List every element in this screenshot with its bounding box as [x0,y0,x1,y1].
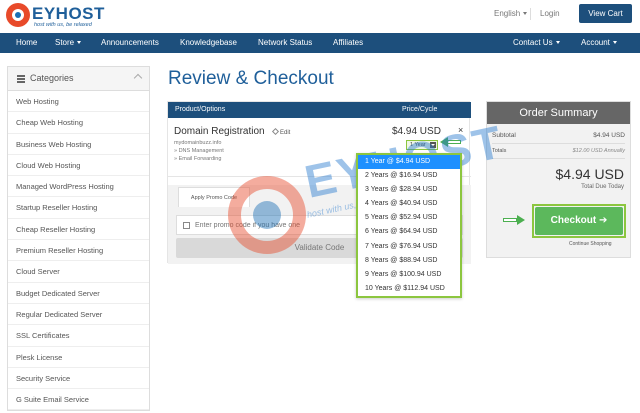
sidebar-item-plesk-license[interactable]: Plesk License [8,347,149,368]
logo-tagline: host with us, be relaxed [34,22,92,28]
nav-home[interactable]: Home [16,33,37,53]
nav-announcements-label: Announcements [101,38,159,47]
edit-link[interactable]: Edit [271,127,291,136]
product-name: Domain Registration [174,126,265,137]
view-cart-button[interactable]: View Cart [579,4,632,23]
cycle-option[interactable]: 3 Years @ $28.94 USD [358,183,460,197]
chevron-down-icon [612,41,617,45]
logo-text: EYHOST [32,4,105,23]
nav-affiliates[interactable]: Affiliates [333,33,363,53]
cycle-option[interactable]: 1 Year @ $4.94 USD [358,155,460,170]
nav-network-status[interactable]: Network Status [258,33,312,53]
cycle-option[interactable]: 9 Years @ $100.94 USD [358,268,460,282]
sidebar-item-g-suite-email-service[interactable]: G Suite Email Service [8,389,149,411]
sidebar-item-regular-dedicated-server[interactable]: Regular Dedicated Server [8,304,149,326]
subtotal-row: Subtotal $4.94 USD [492,132,625,139]
tag-icon [183,222,190,229]
billing-cycle-select[interactable]: 1 Year [406,140,438,150]
sidebar-item-security-service[interactable]: Security Service [8,368,149,390]
nav-contact-us-label: Contact Us [513,38,553,47]
cycle-option[interactable]: 7 Years @ $76.94 USD [358,240,460,254]
logo-mark-icon [6,3,30,27]
nav-network-status-label: Network Status [258,38,313,47]
language-label: English [494,9,521,18]
sidebar-item-cheap-web-hosting[interactable]: Cheap Web Hosting [8,112,149,134]
totals-label: Totals [492,148,507,154]
remove-item-icon[interactable]: × [458,125,463,135]
continue-shopping-link[interactable]: Continue Shopping [569,241,612,247]
nav-announcements[interactable]: Announcements [101,33,159,53]
checkout-button[interactable]: Checkout ➔ [535,207,623,235]
subtotal-label: Subtotal [492,132,516,139]
cycle-option[interactable]: 6 Years @ $64.94 USD [358,225,460,239]
nav-store-label: Store [55,38,75,47]
totals-value: $12.00 USD Annually [572,148,625,154]
checkout-highlight: Checkout ➔ [532,204,626,238]
sidebar-item-budget-dedicated-server[interactable]: Budget Dedicated Server [8,283,149,304]
top-bar: EYHOST host with us, be relaxed English … [0,0,640,33]
chevron-down-icon [523,12,528,16]
col-price-header: Price/Cycle [402,106,438,113]
language-selector[interactable]: English [494,9,528,18]
pencil-icon [271,127,280,136]
divider [530,8,531,20]
nav-account-label: Account [581,38,610,47]
sidebar-item-ssl-certificates[interactable]: SSL Certificates [8,325,149,347]
total-due-label: Total Due Today [581,184,624,190]
totals-row: Totals $12.00 USD Annually [492,148,625,154]
nav-store[interactable]: Store [55,33,82,53]
product-feature: » Email Forwarding [174,156,222,162]
sidebar-item-cheap-reseller-hosting[interactable]: Cheap Reseller Hosting [8,219,149,241]
chevron-down-icon [77,41,82,45]
order-summary: Order Summary Subtotal $4.94 USD Totals … [486,101,631,258]
nav-affiliates-label: Affiliates [333,38,364,47]
nav-home-label: Home [16,38,38,47]
sidebar-item-managed-wordpress-hosting[interactable]: Managed WordPress Hosting [8,176,149,198]
cycle-option[interactable]: 4 Years @ $40.94 USD [358,197,460,211]
chevron-down-icon [555,41,560,45]
chevron-down-icon [430,142,436,148]
divider [492,143,625,144]
edit-label: Edit [280,130,291,136]
sidebar-item-web-hosting[interactable]: Web Hosting [8,91,149,113]
cycle-option[interactable]: 5 Years @ $52.94 USD [358,211,460,225]
categories-sidebar: Categories Web Hosting Cheap Web Hosting… [7,66,150,411]
brand-logo[interactable]: EYHOST host with us, be relaxed [6,3,116,29]
billing-cycle-dropdown: 1 Year @ $4.94 USD 2 Years @ $16.94 USD … [356,153,462,298]
sidebar-item-cloud-web-hosting[interactable]: Cloud Web Hosting [8,155,149,177]
total-due-amount: $4.94 USD [555,166,624,182]
list-icon [17,75,25,83]
sidebar-item-premium-reseller-hosting[interactable]: Premium Reseller Hosting [8,240,149,262]
main-nav: Home Store Announcements Knowledgebase N… [0,33,640,53]
sidebar-item-cloud-server[interactable]: Cloud Server [8,261,149,283]
cycle-option[interactable]: 2 Years @ $16.94 USD [358,169,460,183]
arrow-right-icon [503,215,525,225]
product-domain: mydomainbuzz.info [174,140,222,146]
tab-apply-promo-code[interactable]: Apply Promo Code [178,187,250,207]
product-feature: » DNS Management [174,148,224,154]
login-link[interactable]: Login [540,9,560,18]
billing-cycle-value: 1 Year [410,142,426,148]
nav-contact-us[interactable]: Contact Us [513,33,560,53]
categories-header[interactable]: Categories [8,67,149,91]
col-product-header: Product/Options [175,106,226,113]
cart-table-header: Product/Options Price/Cycle [168,102,471,118]
chevron-up-icon[interactable] [133,73,143,83]
nav-knowledgebase-label: Knowledgebase [180,38,237,47]
order-summary-title: Order Summary [487,102,630,124]
nav-account[interactable]: Account [581,33,617,53]
categories-title: Categories [30,73,74,83]
cycle-option[interactable]: 8 Years @ $88.94 USD [358,254,460,268]
divider [492,158,625,159]
sidebar-item-startup-reseller-hosting[interactable]: Startup Reseller Hosting [8,197,149,219]
nav-knowledgebase[interactable]: Knowledgebase [180,33,237,53]
page-title: Review & Checkout [168,68,334,89]
cycle-option[interactable]: 10 Years @ $112.94 USD [358,282,460,296]
product-price: $4.94 USD [392,126,441,137]
subtotal-value: $4.94 USD [593,132,625,139]
arrow-left-icon [440,137,462,147]
sidebar-item-business-web-hosting[interactable]: Business Web Hosting [8,134,149,155]
